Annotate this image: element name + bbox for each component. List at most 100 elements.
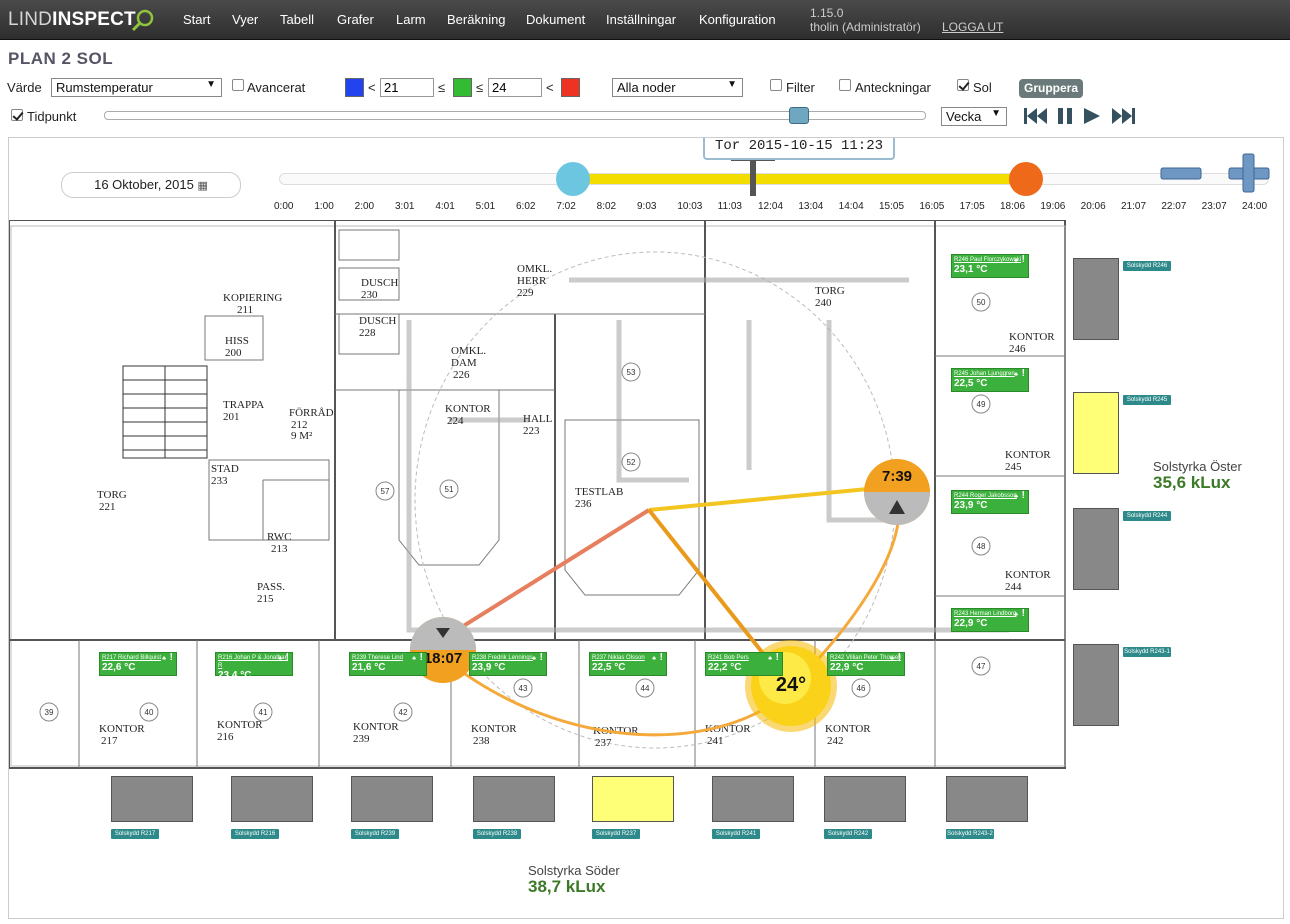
alert-icon: !: [1021, 368, 1025, 379]
sun-shade-south[interactable]: [111, 776, 193, 822]
svg-text:KONTOR: KONTOR: [445, 403, 491, 415]
sun-shade-label[interactable]: Solskydd R241: [712, 829, 760, 839]
nodes-select[interactable]: Alla noder ▼: [612, 78, 743, 97]
sun-shade-south[interactable]: [473, 776, 555, 822]
svg-text:OMKL.: OMKL.: [451, 345, 486, 357]
timeline-tick-label: 3:01: [395, 201, 415, 212]
zoom-in-icon[interactable]: [1228, 153, 1270, 193]
timeline-tick-label: 24:00: [1242, 201, 1268, 212]
svg-text:HERR: HERR: [517, 275, 547, 287]
time-slider-handle[interactable]: [789, 107, 809, 124]
nav-installningar[interactable]: Inställningar: [606, 12, 676, 27]
svg-text:42: 42: [399, 708, 408, 717]
sun-shade-label[interactable]: Solskydd R216: [231, 829, 279, 839]
sun-shade-east[interactable]: [1073, 644, 1119, 726]
sun-shade-label[interactable]: Solskydd R246: [1123, 261, 1171, 271]
sun-shade-south[interactable]: [824, 776, 906, 822]
sun-shade-east[interactable]: [1073, 392, 1119, 474]
svg-text:236: 236: [575, 498, 592, 510]
nav-tabell[interactable]: Tabell: [280, 12, 314, 27]
sensor-card[interactable]: R239 Therese Lind 21,6 °C ♣!: [349, 652, 427, 676]
sun-shade-south[interactable]: [712, 776, 794, 822]
low-threshold-input[interactable]: [380, 78, 434, 97]
sensor-name: R246 Paul Florczykowski: [954, 257, 1022, 263]
skip-forward-icon[interactable]: [1112, 108, 1135, 124]
svg-text:41: 41: [259, 708, 268, 717]
filter-label: Filter: [786, 80, 815, 95]
svg-text:9 M²: 9 M²: [291, 430, 313, 442]
sun-shade-label[interactable]: Solskydd R243-2: [946, 829, 994, 839]
nav-berakning[interactable]: Beräkning: [447, 12, 506, 27]
svg-text:TRAPPA: TRAPPA: [223, 399, 264, 411]
sensor-card[interactable]: R238 Fredrik Lennings 23,9 °C ♣!: [469, 652, 547, 676]
svg-text:53: 53: [627, 368, 636, 377]
sun-shade-south[interactable]: [592, 776, 674, 822]
sun-shade-label[interactable]: Solskydd R245: [1123, 395, 1171, 405]
logo-part1: LIND: [8, 9, 53, 30]
nav-vyer[interactable]: Vyer: [232, 12, 258, 27]
sensor-card[interactable]: R246 Paul Florczykowski 23,1 °C ♣!: [951, 254, 1029, 278]
high-threshold-input[interactable]: [488, 78, 542, 97]
group-button[interactable]: Gruppera: [1019, 79, 1083, 98]
play-icon[interactable]: [1084, 108, 1100, 124]
sun-checkbox[interactable]: [957, 79, 969, 91]
sunset-handle[interactable]: [1009, 162, 1043, 196]
map-area: 16 Oktober, 2015 ▦ Tor 2015-10-15 11:23 …: [8, 137, 1284, 919]
svg-text:HALL: HALL: [523, 413, 553, 425]
nav-grafer[interactable]: Grafer: [337, 12, 374, 27]
current-time-marker[interactable]: [750, 156, 756, 196]
sun-shade-south[interactable]: [946, 776, 1028, 822]
sun-shade-label[interactable]: Solskydd R242: [824, 829, 872, 839]
sensor-card[interactable]: R241 Bob Pers 22,2 °C ♣!: [705, 652, 783, 676]
sun-shade-label[interactable]: Solskydd R239: [351, 829, 399, 839]
low-color-swatch[interactable]: [345, 78, 364, 97]
sensor-name: R237 Niklas Olsson: [592, 655, 645, 661]
pause-icon[interactable]: [1058, 108, 1072, 124]
logo[interactable]: LINDINSPECT: [8, 9, 136, 31]
sensor-card[interactable]: R216 Johan P & Jonathan R 23,4 °C ♣!: [215, 652, 293, 681]
sensor-card[interactable]: R244 Roger Jakobsson 23,9 °C ♣!: [951, 490, 1029, 514]
nav-start[interactable]: Start: [183, 12, 210, 27]
period-select[interactable]: Vecka ▼: [941, 107, 1007, 126]
sun-shade-label[interactable]: Solskydd R237: [592, 829, 640, 839]
sun-shade-south[interactable]: [351, 776, 433, 822]
skip-back-icon[interactable]: [1024, 108, 1047, 124]
sensor-card[interactable]: R245 Johan Ljunggren 22,5 °C ♣!: [951, 368, 1029, 392]
zoom-out-icon[interactable]: [1160, 167, 1202, 180]
sensor-card[interactable]: R237 Niklas Olsson 22,5 °C ♣!: [589, 652, 667, 676]
timeline-tick-label: 10:03: [677, 201, 703, 212]
sensor-card[interactable]: R242 Villian Peter Thorsell 22,9 °C ♣!: [827, 652, 905, 676]
sensor-card[interactable]: R243 Herman Lindborg 22,9 °C ♣!: [951, 608, 1029, 632]
sun-shade-label[interactable]: Solskydd R243-1: [1123, 647, 1171, 657]
sun-shade-east[interactable]: [1073, 508, 1119, 590]
nav-konfiguration[interactable]: Konfiguration: [699, 12, 776, 27]
svg-text:KONTOR: KONTOR: [353, 721, 399, 733]
le-symbol-2: ≤: [476, 80, 484, 95]
notes-checkbox[interactable]: [839, 79, 851, 91]
sun-shade-south[interactable]: [231, 776, 313, 822]
trend-icon: ♣: [1014, 612, 1018, 618]
sun-shade-label[interactable]: Solskydd R217: [111, 829, 159, 839]
svg-text:KONTOR: KONTOR: [1005, 449, 1051, 461]
sun-shade-label[interactable]: Solskydd R238: [473, 829, 521, 839]
lt-symbol-2: <: [546, 80, 554, 95]
ok-color-swatch[interactable]: [453, 78, 472, 97]
nav-dokument[interactable]: Dokument: [526, 12, 585, 27]
sun-shade-east[interactable]: [1073, 258, 1119, 340]
nav-larm[interactable]: Larm: [396, 12, 426, 27]
filter-checkbox[interactable]: [770, 79, 782, 91]
svg-text:223: 223: [523, 425, 540, 437]
high-color-swatch[interactable]: [561, 78, 580, 97]
value-select[interactable]: Rumstemperatur ▼: [51, 78, 222, 97]
timepoint-checkbox[interactable]: [11, 109, 23, 121]
logout-link[interactable]: LOGGA UT: [942, 20, 1003, 34]
sun-shade-label[interactable]: Solskydd R244: [1123, 511, 1171, 521]
sunrise-handle[interactable]: [556, 162, 590, 196]
advanced-checkbox[interactable]: [232, 79, 244, 91]
sun-label: Sol: [973, 80, 992, 95]
timeline-tick-label: 0:00: [274, 201, 294, 212]
timeline-tick-label: 20:06: [1080, 201, 1106, 212]
sensor-temperature: 22,6 °C: [102, 662, 136, 673]
svg-text:49: 49: [977, 400, 986, 409]
sensor-card[interactable]: R217 Richard Billquist 22,6 °C ♣!: [99, 652, 177, 676]
